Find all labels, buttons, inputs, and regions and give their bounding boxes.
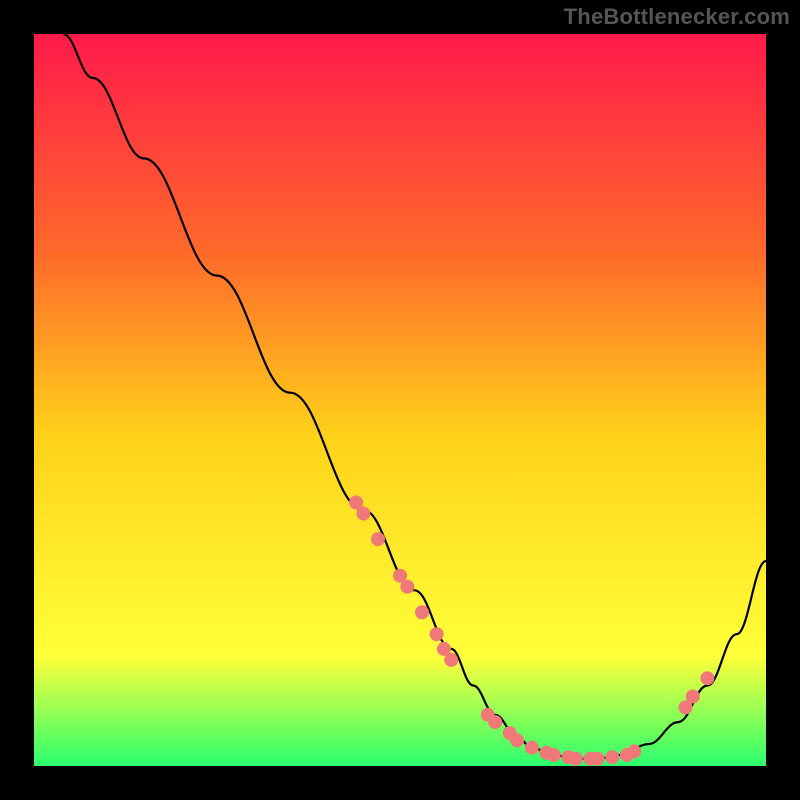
curve-marker: [686, 690, 700, 704]
curve-marker: [400, 580, 414, 594]
chart-svg: [34, 34, 766, 766]
curve-marker: [430, 627, 444, 641]
curve-marker: [605, 750, 619, 764]
curve-marker: [356, 507, 370, 521]
curve-marker: [569, 752, 583, 766]
curve-marker: [415, 605, 429, 619]
curve-marker: [510, 733, 524, 747]
curve-marker: [591, 752, 605, 766]
curve-marker: [700, 671, 714, 685]
gradient-background: [34, 34, 766, 766]
watermark-text: TheBottlenecker.com: [564, 4, 790, 30]
curve-marker: [525, 741, 539, 755]
curve-marker: [547, 748, 561, 762]
curve-marker: [371, 532, 385, 546]
curve-marker: [488, 715, 502, 729]
curve-marker: [444, 653, 458, 667]
plot-area: [34, 34, 766, 766]
curve-marker: [627, 744, 641, 758]
chart-container: TheBottlenecker.com: [0, 0, 800, 800]
